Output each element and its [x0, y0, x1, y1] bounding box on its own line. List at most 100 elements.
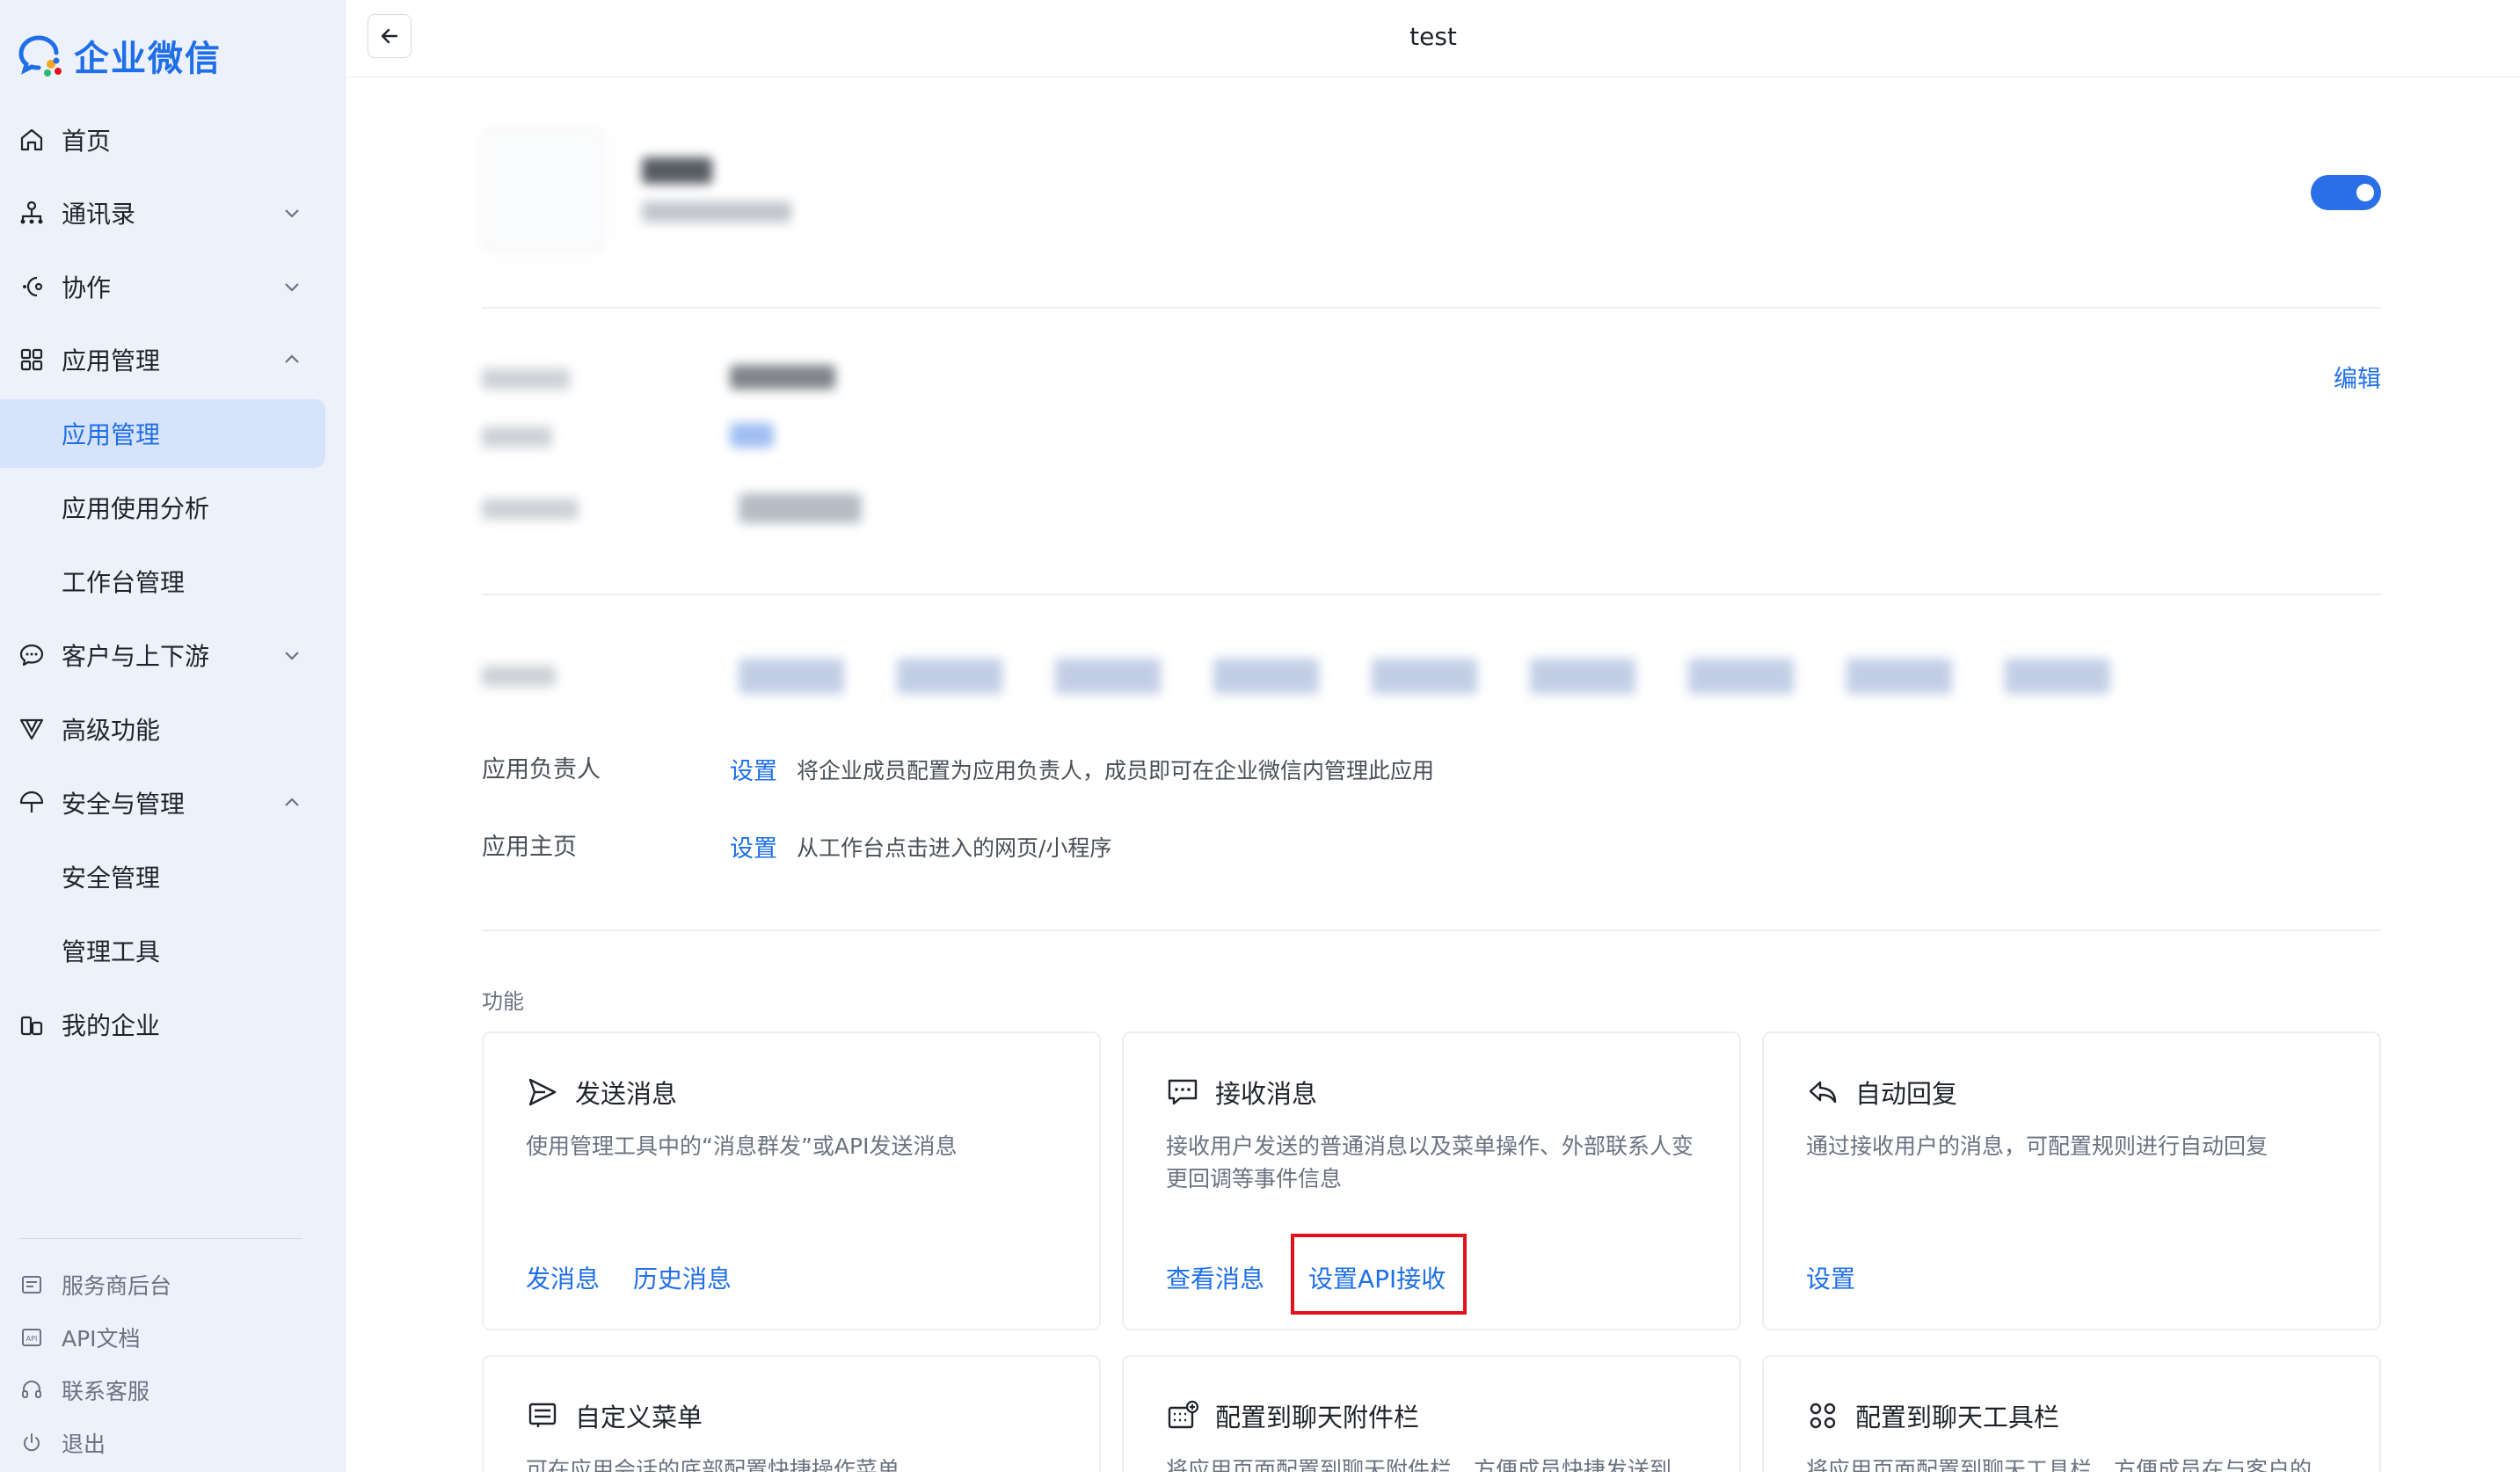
- back-button[interactable]: [368, 14, 412, 58]
- card-title: 自定义菜单: [575, 1403, 703, 1432]
- message-icon: [1168, 1079, 1198, 1105]
- sidebar-divider: [19, 1238, 302, 1239]
- sidebar-item-contacts[interactable]: 通讯录: [0, 179, 325, 247]
- feature-card-chat-toolbar: 配置到聊天工具栏 将应用页面配置到聊天工具栏，方便成员在与客户的: [1762, 1355, 2381, 1472]
- homepage-description: 从工作台点击进入的网页/小程序: [797, 835, 1112, 861]
- headset-icon: [22, 1381, 41, 1398]
- sidebar-footer-support[interactable]: 联系客服: [0, 1368, 317, 1412]
- api-doc-icon: API: [22, 1329, 41, 1346]
- sidebar-footer-label: 联系客服: [62, 1379, 150, 1404]
- features-section-label: 功能: [482, 989, 524, 1014]
- feature-card-custom-menu: 自定义菜单 可在应用会话的底部配置快捷操作菜单: [482, 1355, 1101, 1472]
- info-value-redacted: [730, 365, 835, 390]
- power-icon: [24, 1433, 40, 1452]
- chevron-up-icon: [285, 354, 299, 363]
- feature-card-send-message: 发送消息 使用管理工具中的“消息群发”或API发送消息 发消息 历史消息: [482, 1031, 1101, 1330]
- card-title: 自动回复: [1855, 1079, 1958, 1109]
- app-window: 企业微信 首页 通讯录 协作 应用管理 应用管理 应用使用分析 工作台管理 客户…: [0, 0, 2520, 1472]
- message-history-link[interactable]: 历史消息: [633, 1260, 732, 1295]
- sidebar-subitem-app-management[interactable]: 应用管理: [0, 399, 325, 468]
- collaboration-icon: [23, 276, 43, 297]
- card-title: 发送消息: [575, 1079, 678, 1109]
- sidebar-footer-provider-console[interactable]: 服务商后台: [0, 1263, 317, 1307]
- feature-card-auto-reply: 自动回复 通过接收用户的消息，可配置规则进行自动回复 设置: [1762, 1031, 2381, 1330]
- card-title: 接收消息: [1215, 1079, 1318, 1109]
- sidebar-item-label: 应用使用分析: [62, 494, 210, 523]
- auto-reply-settings-link[interactable]: 设置: [1806, 1260, 1855, 1295]
- chevron-down-icon: [285, 652, 299, 660]
- sidebar-subitem-workbench-management[interactable]: 工作台管理: [0, 547, 325, 616]
- card-description: 将应用页面配置到聊天附件栏，方便成员快捷发送到: [1166, 1457, 1672, 1472]
- app-subtitle-redacted: [642, 201, 791, 222]
- console-icon: [22, 1276, 41, 1293]
- page-title: test: [1409, 22, 1457, 51]
- sidebar-item-label: 我的企业: [62, 1011, 161, 1040]
- brand-logo[interactable]: 企业微信: [16, 30, 222, 81]
- sidebar-item-advanced[interactable]: 高级功能: [0, 695, 325, 763]
- sidebar-item-label: 首页: [62, 127, 112, 156]
- keyboard-plus-icon: [1168, 1400, 1199, 1429]
- sidebar-item-label: 客户与上下游: [62, 642, 210, 671]
- edit-link[interactable]: 编辑: [2334, 360, 2381, 394]
- chat-bubble-icon: [19, 644, 44, 667]
- sidebar-footer-label: 服务商后台: [62, 1273, 172, 1299]
- arrow-left-icon: [381, 28, 398, 44]
- top-bar: test: [346, 0, 2520, 77]
- sidebar-item-app-management[interactable]: 应用管理: [0, 325, 325, 394]
- grid-icon: [20, 348, 43, 371]
- divider: [482, 307, 2381, 309]
- sidebar-item-collaboration[interactable]: 协作: [0, 252, 325, 321]
- sidebar-item-my-enterprise[interactable]: 我的企业: [0, 990, 325, 1059]
- send-icon: [528, 1078, 557, 1106]
- building-icon: [20, 1016, 43, 1036]
- card-description: 接收用户发送的普通消息以及菜单操作、外部联系人变更回调等事件信息: [1166, 1133, 1694, 1191]
- sidebar-item-label: 应用管理: [62, 420, 161, 449]
- sidebar-item-security[interactable]: 安全与管理: [0, 769, 325, 837]
- info-value-redacted: [739, 493, 862, 523]
- sidebar-item-label: 应用管理: [62, 346, 161, 375]
- view-messages-link[interactable]: 查看消息: [1166, 1260, 1264, 1295]
- card-title: 配置到聊天工具栏: [1855, 1403, 2060, 1432]
- feature-card-chat-attachment: 配置到聊天附件栏 将应用页面配置到聊天附件栏，方便成员快捷发送到: [1122, 1355, 1741, 1472]
- sidebar-footer-logout[interactable]: 退出: [0, 1421, 317, 1465]
- sidebar-item-customers[interactable]: 客户与上下游: [0, 621, 325, 689]
- app-enable-toggle[interactable]: [2311, 175, 2381, 210]
- sidebar-item-label: 协作: [62, 273, 112, 302]
- owner-set-link[interactable]: 设置: [730, 752, 777, 786]
- toolbar-icon: [1810, 1403, 1836, 1429]
- send-message-link[interactable]: 发消息: [526, 1260, 600, 1295]
- card-description: 通过接收用户的消息，可配置规则进行自动回复: [1806, 1133, 2269, 1159]
- sidebar-item-label: 通讯录: [62, 200, 136, 229]
- sidebar-subitem-app-usage-analysis[interactable]: 应用使用分析: [0, 473, 325, 542]
- info-label-redacted: [482, 426, 552, 448]
- owner-description: 将企业成员配置为应用负责人，成员即可在企业微信内管理此应用: [797, 758, 1435, 783]
- sidebar-item-label: 高级功能: [62, 716, 161, 745]
- sidebar-item-label: 工作台管理: [62, 568, 186, 597]
- sidebar: 企业微信 首页 通讯录 协作 应用管理 应用管理 应用使用分析 工作台管理 客户…: [0, 0, 346, 1472]
- sidebar-item-home[interactable]: 首页: [0, 106, 325, 174]
- owner-label: 应用负责人: [482, 756, 601, 783]
- visibility-label-redacted: [482, 666, 556, 687]
- info-label-redacted: [482, 368, 570, 390]
- sidebar-footer-label: API文档: [62, 1326, 141, 1352]
- chevron-down-icon: [285, 209, 299, 218]
- card-title: 配置到聊天附件栏: [1215, 1403, 1420, 1432]
- app-name-redacted: [642, 157, 712, 184]
- visibility-members-redacted: [739, 659, 2110, 694]
- homepage-label: 应用主页: [482, 834, 577, 861]
- sidebar-footer-label: 退出: [62, 1432, 106, 1457]
- org-chart-icon: [20, 200, 43, 224]
- sidebar-subitem-security-management[interactable]: 安全管理: [0, 842, 325, 911]
- sidebar-item-label: 安全与管理: [62, 790, 186, 819]
- feature-card-receive-message: 接收消息 接收用户发送的普通消息以及菜单操作、外部联系人变更回调等事件信息 查看…: [1122, 1031, 1741, 1330]
- reply-icon: [1809, 1081, 1837, 1104]
- chevron-up-icon: [285, 798, 299, 806]
- brand-name: 企业微信: [74, 39, 222, 79]
- card-description: 将应用页面配置到聊天工具栏，方便成员在与客户的: [1806, 1457, 2312, 1472]
- homepage-set-link[interactable]: 设置: [730, 829, 777, 864]
- card-description: 可在应用会话的底部配置快捷操作菜单: [526, 1457, 900, 1472]
- card-description: 使用管理工具中的“消息群发”或API发送消息: [526, 1133, 958, 1159]
- sidebar-footer-api-docs[interactable]: API API文档: [0, 1315, 317, 1359]
- divider: [482, 929, 2381, 931]
- sidebar-subitem-management-tools[interactable]: 管理工具: [0, 916, 325, 985]
